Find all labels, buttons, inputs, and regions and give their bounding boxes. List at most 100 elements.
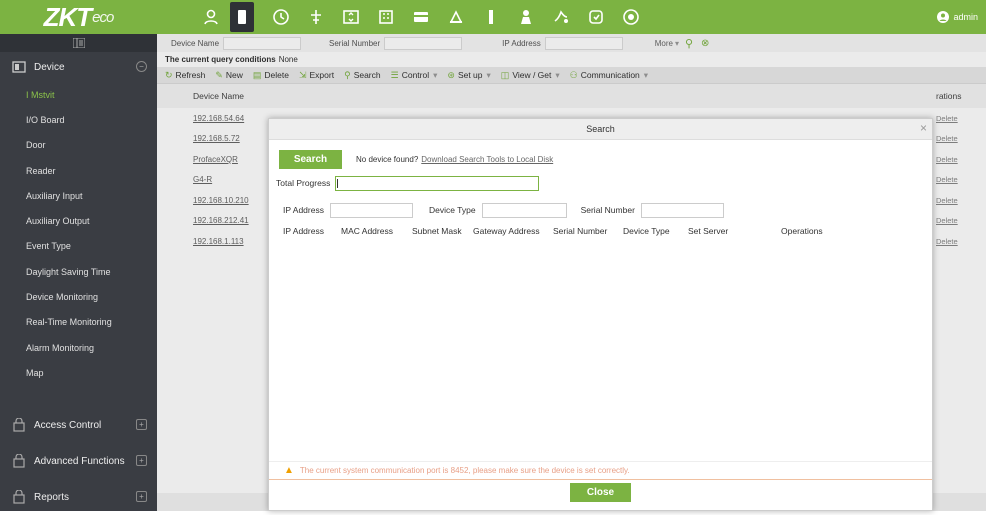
serial-filter-input[interactable] [640,202,724,218]
search-button[interactable]: Search [279,149,342,169]
sidebar-group-label: Advanced Functions [34,455,125,467]
menu-icon [72,38,85,48]
no-device-text: No device found? Download Search Tools to… [356,155,553,164]
progress-fill [337,178,339,188]
sidebar-item[interactable]: Alarm Monitoring [0,335,157,360]
sidebar-item[interactable]: Map [0,360,157,385]
user-menu[interactable]: admin [937,0,978,34]
search-dialog: Search × Search No device found? Download… [268,118,933,511]
device-type-label: Device Type [428,205,476,215]
sidebar-item[interactable]: Event Type [0,234,157,259]
sidebar-item[interactable]: I Mstvit [0,82,157,107]
serial-filter-label: Serial Number [580,205,635,215]
sidebar-item[interactable]: Device Monitoring [0,284,157,309]
col-mac: MAC Address [341,225,393,236]
sidebar-group-label: Access Control [34,419,102,431]
sidebar-item[interactable]: I/O Board [0,107,157,132]
logo-sub: eco [92,8,114,26]
settings-module[interactable] [580,0,611,34]
device-type-input[interactable] [481,202,567,218]
help-icon [622,9,639,25]
sidebar-item[interactable]: Auxiliary Output [0,208,157,233]
user-icon [937,11,950,23]
video-icon [554,10,568,23]
col-device-type: Device Type [623,225,670,236]
sidebar-item[interactable]: Daylight Saving Time [0,259,157,284]
col-set-server: Set Server [688,225,729,236]
dialog-footer: Close [269,479,932,505]
warning-text: The current system communication port is… [299,466,630,475]
expand-icon[interactable]: + [136,491,147,502]
sidebar-item[interactable]: Real-Time Monitoring [0,310,157,335]
help-module[interactable] [615,0,646,34]
expand-icon[interactable]: + [136,455,147,466]
personnel-icon [203,9,218,25]
col-ip: IP Address [283,225,324,236]
sidebar-toggle[interactable] [0,34,157,52]
patrol-module[interactable] [475,0,506,34]
sidebar-group-label: Reports [34,491,70,503]
building-module[interactable] [370,0,401,34]
download-tools-link[interactable]: Download Search Tools to Local Disk [421,155,553,164]
progress-bar [335,175,540,191]
dialog-filter-row: IP Address Device Type Serial Number [269,201,932,219]
sidebar-item[interactable]: Reader [0,158,157,183]
visitor-module[interactable] [510,0,541,34]
sidebar-group-label: Device [34,61,65,73]
device-group-icon [12,61,26,73]
close-button[interactable]: Close [570,483,631,502]
col-operations: Operations [781,225,823,236]
parking-icon [449,10,462,23]
collapse-icon[interactable]: − [136,61,147,72]
dialog-search-row: Search No device found? Download Search T… [269,146,932,172]
progress-row: Total Progress [269,174,932,192]
top-bar: ZKT eco admin [0,0,986,34]
col-serial: Serial Number [553,225,608,236]
consumption-module[interactable] [405,0,436,34]
ip-filter-label: IP Address [283,205,324,215]
video-module[interactable] [545,0,576,34]
sidebar-item[interactable]: Auxiliary Input [0,183,157,208]
personnel-module[interactable] [195,0,226,34]
advanced-icon [13,454,25,468]
sidebar-item[interactable]: Door [0,133,157,158]
module-nav [195,0,650,34]
time-attendance-module[interactable] [265,0,296,34]
sidebar-group-device[interactable]: Device − [0,52,157,82]
visitor-icon [520,10,531,24]
reports-icon [13,490,25,504]
logo: ZKT eco [0,0,157,34]
result-table-header: IP Address MAC Address Subnet Mask Gatew… [269,222,932,239]
sidebar-group[interactable]: Reports + [0,479,157,515]
device-icon [238,10,246,24]
expand-icon[interactable]: + [136,419,147,430]
total-progress-label: Total Progress [276,178,331,188]
time-attendance-icon [272,9,289,25]
settings-icon [588,10,603,24]
building-icon [378,10,393,24]
dialog-header: Search × [269,119,932,140]
warning-message: ▲ The current system communication port … [269,461,932,479]
warning-icon: ▲ [284,465,294,476]
ip-filter-input[interactable] [329,202,413,218]
elevator-module[interactable] [335,0,366,34]
sidebar: Device − I Mstvit I/O Board Door Reader Auxi… [0,34,157,511]
sidebar-group[interactable]: Advanced Functions + [0,443,157,479]
parking-module[interactable] [440,0,471,34]
username: admin [953,12,978,22]
patrol-icon [488,10,493,24]
col-gateway: Gateway Address [473,225,540,236]
no-device-label: No device found? [356,154,419,164]
consumption-icon [413,12,428,22]
sidebar-group[interactable]: Access Control + [0,407,157,443]
sidebar-items: I Mstvit I/O Board Door Reader Auxiliary Inp… [0,82,157,386]
sidebar-bottom-groups: Access Control + Advanced Functions + Report… [0,407,157,515]
close-icon[interactable]: × [920,121,927,135]
dialog-title: Search [586,124,615,134]
lock-icon [13,418,25,432]
access-module[interactable] [300,0,331,34]
elevator-icon [342,10,359,24]
col-subnet: Subnet Mask [412,225,462,236]
access-icon [310,10,321,24]
device-module[interactable] [230,2,254,32]
